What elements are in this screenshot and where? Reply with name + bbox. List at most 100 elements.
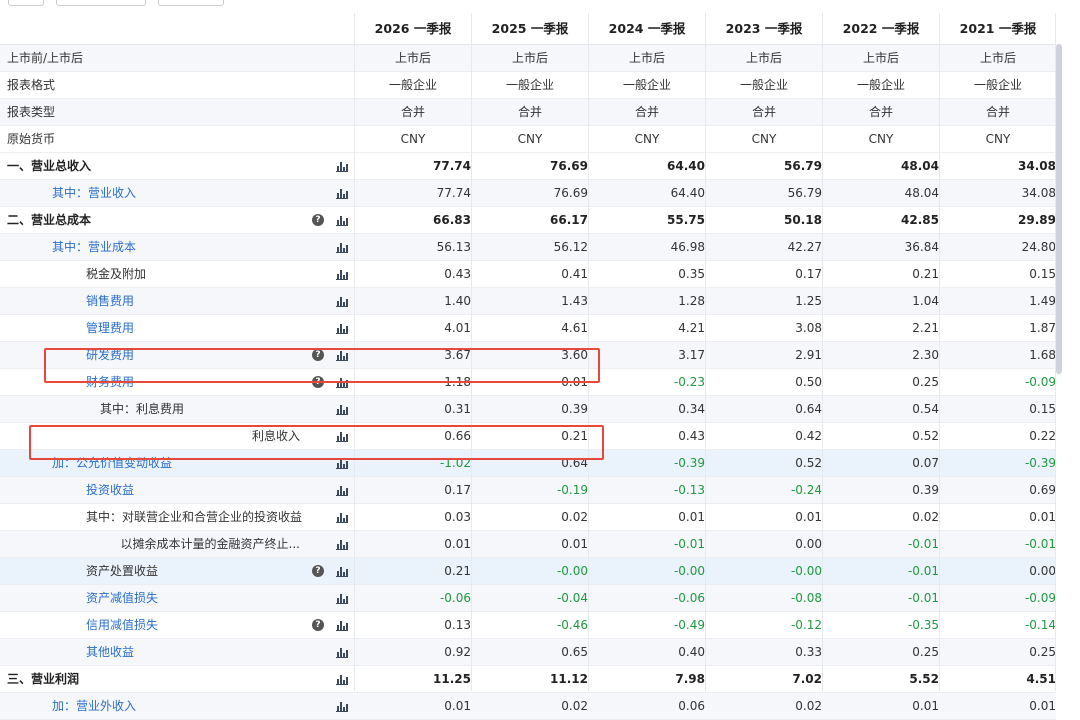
value-cell: 0.52: [912, 429, 939, 443]
column-header-2[interactable]: 2025 一季报: [472, 13, 588, 44]
row-label[interactable]: 销售费用: [86, 288, 134, 314]
toolbar-button-2[interactable]: [56, 0, 146, 6]
row-label[interactable]: 加：营业外收入: [52, 693, 136, 719]
row-label[interactable]: 其中：营业成本: [52, 234, 136, 260]
value-cell: 55.75: [667, 213, 705, 227]
bar-chart-icon[interactable]: [336, 269, 348, 280]
info-row: 报表类型 合并 合并 合并 合并 合并 合并: [0, 99, 1056, 126]
help-icon[interactable]: ?: [312, 214, 324, 226]
value-cell: 64.40: [667, 159, 705, 173]
column-header-4[interactable]: 2023 一季报: [706, 13, 822, 44]
bar-chart-icon[interactable]: [336, 674, 348, 685]
bar-chart-icon[interactable]: [336, 188, 348, 199]
row-label[interactable]: 其他收益: [86, 639, 134, 665]
value-cell: 0.01: [1029, 510, 1056, 524]
bar-chart-icon[interactable]: [336, 647, 348, 658]
info-cell: 合并: [517, 105, 542, 119]
value-cell: 56.79: [784, 159, 822, 173]
row-icons: [310, 504, 352, 530]
value-cell: 0.39: [912, 483, 939, 497]
value-cell: 0.02: [561, 510, 588, 524]
bar-chart-icon[interactable]: [336, 485, 348, 496]
value-cell: 77.74: [433, 159, 471, 173]
value-cell: 50.18: [784, 213, 822, 227]
value-cell: 0.01: [912, 699, 939, 713]
bar-chart-icon[interactable]: [336, 593, 348, 604]
info-cell: 一般企业: [739, 78, 788, 92]
table-row: 投资收益 0.17 -0.19 -0.13 -0.24 0.39 0.69: [0, 477, 1056, 504]
toolbar-button-3[interactable]: [158, 0, 224, 6]
bar-chart-icon[interactable]: [336, 215, 348, 226]
toolbar: [0, 0, 1080, 12]
value-cell: -0.19: [556, 483, 588, 497]
row-icons: [310, 153, 352, 179]
value-cell: 1.87: [1029, 321, 1056, 335]
value-cell: 2.91: [795, 348, 822, 362]
bar-chart-icon[interactable]: [336, 701, 348, 712]
value-cell: 0.22: [1029, 429, 1056, 443]
value-cell: -0.14: [1024, 618, 1056, 632]
row-label: 二、营业总成本: [7, 213, 92, 227]
value-cell: -0.13: [673, 483, 705, 497]
info-cell: CNY: [868, 132, 894, 146]
value-cell: 0.25: [1029, 645, 1056, 659]
column-header-6[interactable]: 2021 一季报: [940, 13, 1056, 44]
value-cell: 1.68: [1029, 348, 1056, 362]
row-label[interactable]: 其中：营业收入: [52, 180, 136, 206]
info-cell: CNY: [985, 132, 1011, 146]
vertical-scrollbar[interactable]: [1056, 44, 1062, 374]
table-row: 销售费用 1.40 1.43 1.28 1.25 1.04 1.49: [0, 288, 1056, 315]
info-row: 报表格式 一般企业 一般企业 一般企业 一般企业 一般企业 一般企业: [0, 72, 1056, 99]
value-cell: 0.15: [1029, 267, 1056, 281]
toolbar-button-1[interactable]: [8, 0, 44, 6]
value-cell: 3.08: [795, 321, 822, 335]
value-cell: 0.43: [678, 429, 705, 443]
info-row-label: 原始货币: [7, 132, 56, 146]
row-label[interactable]: 投资收益: [86, 477, 134, 503]
row-label[interactable]: 资产减值损失: [86, 585, 158, 611]
value-cell: 1.49: [1029, 294, 1056, 308]
row-label: 税金及附加: [86, 267, 147, 281]
table-header-row: 2026 一季报 2025 一季报 2024 一季报 2023 一季报 2022 一季报…: [0, 13, 1056, 45]
help-icon[interactable]: ?: [312, 565, 324, 577]
value-cell: 1.04: [912, 294, 939, 308]
value-cell: 4.51: [1026, 672, 1056, 686]
value-cell: 64.40: [670, 186, 705, 200]
value-cell: 1.25: [795, 294, 822, 308]
value-cell: 56.13: [436, 240, 471, 254]
value-cell: -0.01: [907, 591, 939, 605]
row-label[interactable]: 管理费用: [86, 315, 134, 341]
value-cell: 1.40: [444, 294, 471, 308]
value-cell: 0.01: [678, 510, 705, 524]
column-divider: [822, 13, 823, 691]
bar-chart-icon[interactable]: [336, 242, 348, 253]
value-cell: 48.04: [904, 186, 939, 200]
column-header-3[interactable]: 2024 一季报: [589, 13, 705, 44]
bar-chart-icon[interactable]: [336, 296, 348, 307]
row-icons: [310, 693, 352, 719]
column-header-1[interactable]: 2026 一季报: [355, 13, 471, 44]
value-cell: 77.74: [436, 186, 471, 200]
help-icon[interactable]: ?: [312, 619, 324, 631]
bar-chart-icon[interactable]: [336, 512, 348, 523]
info-cell: CNY: [400, 132, 426, 146]
table-row: 加：营业外收入 0.01 0.02 0.06 0.02 0.01 0.01: [0, 693, 1056, 720]
value-cell: 0.01: [1029, 699, 1056, 713]
value-cell: 0.02: [795, 699, 822, 713]
row-icons: [310, 234, 352, 260]
value-cell: -0.39: [673, 456, 705, 470]
value-cell: 0.92: [444, 645, 471, 659]
value-cell: 11.25: [433, 672, 471, 686]
bar-chart-icon[interactable]: [336, 539, 348, 550]
bar-chart-icon[interactable]: [336, 620, 348, 631]
value-cell: 0.01: [795, 510, 822, 524]
bar-chart-icon[interactable]: [336, 404, 348, 415]
bar-chart-icon[interactable]: [336, 161, 348, 172]
row-label[interactable]: 信用减值损失: [86, 612, 158, 638]
bar-chart-icon[interactable]: [336, 566, 348, 577]
column-header-5[interactable]: 2022 一季报: [823, 13, 939, 44]
table-row: 税金及附加 0.43 0.41 0.35 0.17 0.21 0.15: [0, 261, 1056, 288]
bar-chart-icon[interactable]: [336, 323, 348, 334]
table-row: 二、营业总成本? 66.83 66.17 55.75 50.18 42.85 29.89: [0, 207, 1056, 234]
value-cell: -0.00: [673, 564, 705, 578]
